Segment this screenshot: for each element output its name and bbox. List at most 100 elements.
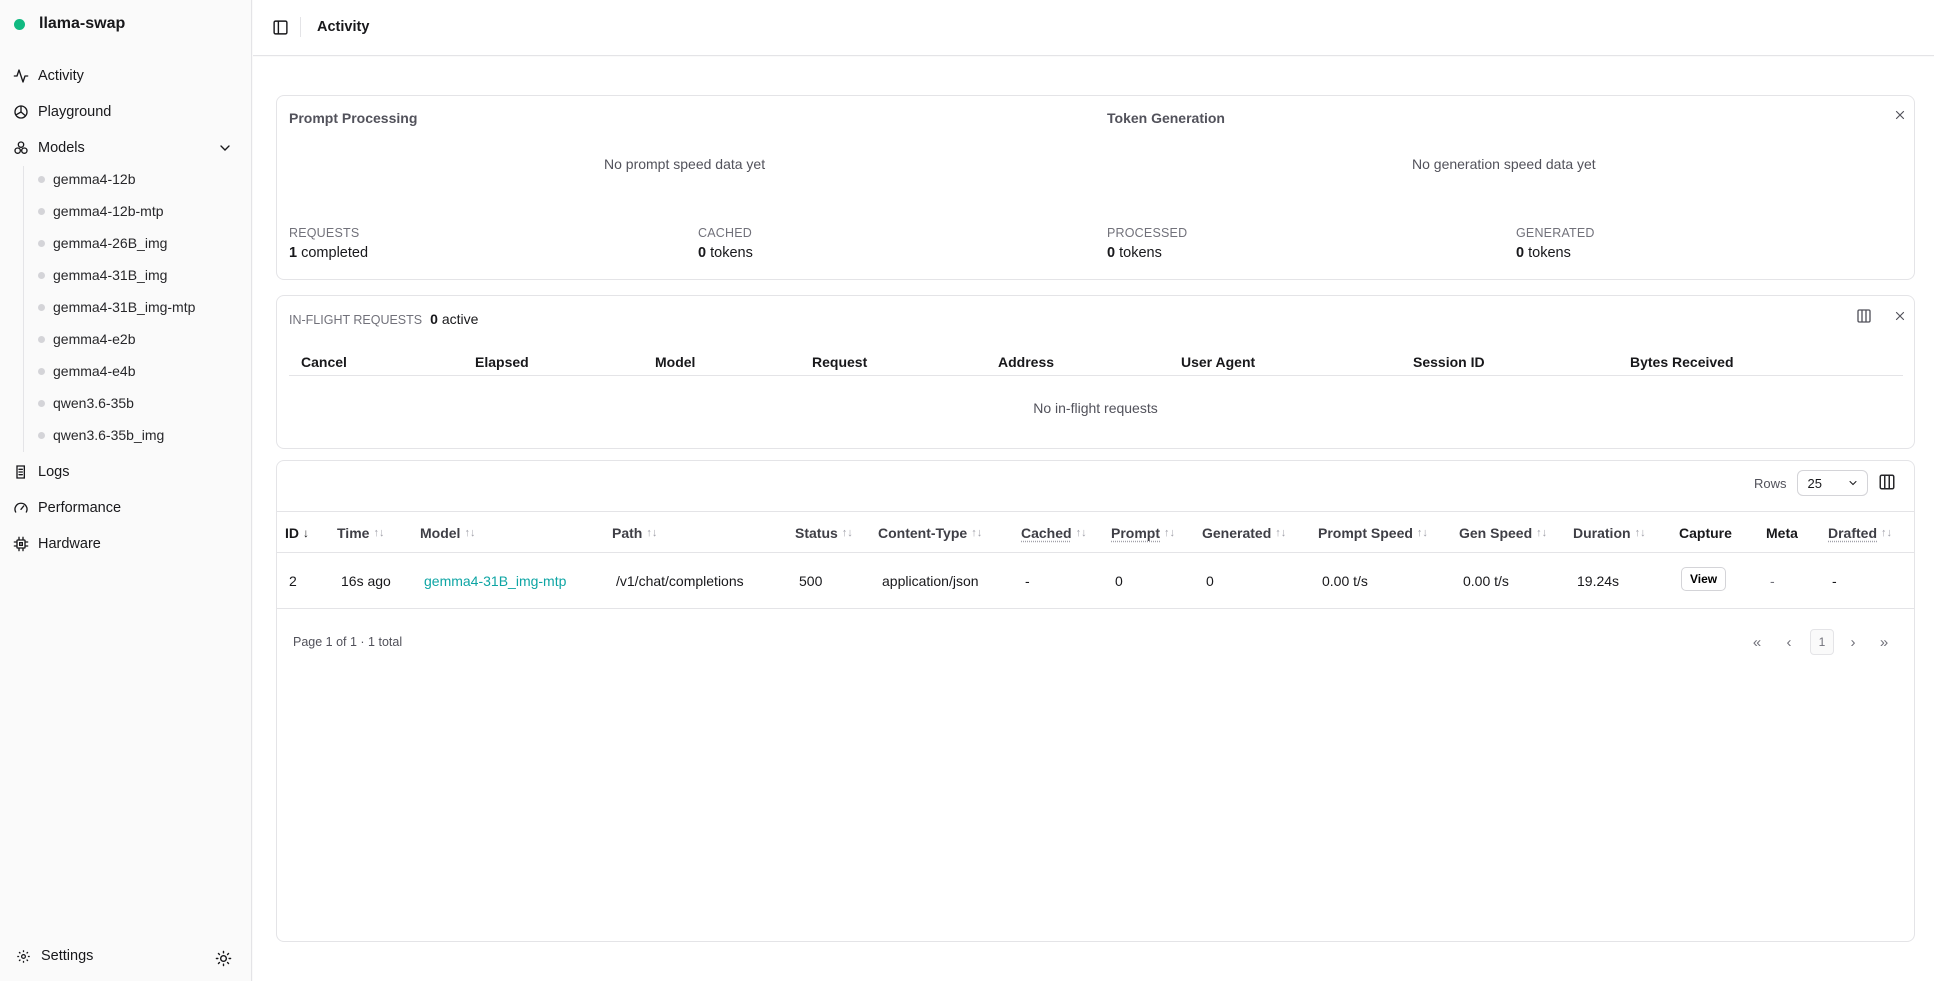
sort-icon: ↑↓ — [971, 527, 983, 539]
model-item[interactable]: gemma4-e2b — [38, 328, 136, 350]
column-header-cached[interactable]: Cached ↑↓ — [1021, 525, 1087, 541]
column-header: Model — [655, 354, 696, 370]
model-status-dot — [38, 239, 45, 247]
model-status-dot — [38, 175, 45, 183]
cell-gen-speed: 0.00 t/s — [1463, 573, 1509, 589]
model-status-dot — [38, 431, 45, 439]
column-header: Session ID — [1413, 354, 1485, 370]
column-header-prompt[interactable]: Prompt ↑↓ — [1111, 525, 1175, 541]
column-header-drafted[interactable]: Drafted ↑↓ — [1828, 525, 1892, 541]
model-name: gemma4-12b — [53, 171, 136, 187]
requests-table-card: Rows 25 ID ↓ Time ↑↓ Model ↑↓ Path ↑↓ Status… — [276, 460, 1915, 942]
model-name: gemma4-12b-mtp — [53, 203, 164, 219]
model-item[interactable]: gemma4-12b-mtp — [38, 200, 164, 222]
page-number-button[interactable]: 1 — [1810, 629, 1834, 655]
column-header-content-type[interactable]: Content-Type ↑↓ — [878, 525, 982, 541]
sidebar-item-playground[interactable]: Playground — [13, 99, 239, 125]
settings-button[interactable]: Settings — [16, 948, 93, 964]
model-item[interactable]: gemma4-e4b — [38, 360, 136, 382]
sidebar-item-models[interactable]: Models — [13, 135, 239, 161]
cell-duration: 19.24s — [1577, 573, 1620, 589]
settings-label: Settings — [41, 948, 94, 964]
column-label: Prompt — [1111, 525, 1160, 541]
column-label: Generated — [1202, 525, 1272, 541]
chevron-down-icon — [1849, 481, 1857, 486]
column-header-time[interactable]: Time ↑↓ — [337, 525, 384, 541]
rows-per-page-select[interactable]: 25 — [1796, 470, 1868, 496]
close-icon[interactable] — [1893, 309, 1907, 323]
sidebar-item-logs[interactable]: Logs — [13, 459, 239, 485]
column-label: Model — [420, 525, 461, 541]
column-header-model[interactable]: Model ↑↓ — [420, 525, 475, 541]
chevron-down-icon[interactable] — [217, 140, 233, 156]
table-row[interactable]: 2 16s ago gemma4-31B_img-mtp /v1/chat/co… — [277, 553, 1914, 609]
brand[interactable]: llama-swap — [14, 15, 125, 33]
sidebar-item-performance[interactable]: Performance — [13, 495, 239, 521]
sidebar-item-activity[interactable]: Activity — [13, 63, 239, 89]
model-item[interactable]: gemma4-12b — [38, 168, 136, 190]
sidebar-item-label: Activity — [38, 68, 84, 84]
prompt-processing-title: Prompt Processing — [289, 110, 418, 126]
cell-model-link[interactable]: gemma4-31B_img-mtp — [424, 573, 566, 589]
table-header: ID ↓ Time ↑↓ Model ↑↓ Path ↑↓ Status ↑↓ Conte… — [277, 511, 1914, 553]
last-page-button[interactable]: » — [1874, 629, 1894, 655]
model-name: gemma4-e2b — [53, 331, 136, 347]
sidebar-toggle-icon[interactable] — [272, 19, 289, 36]
logs-icon — [16, 465, 25, 479]
prev-page-button[interactable]: ‹ — [1779, 629, 1799, 655]
column-label: Content-Type — [878, 525, 968, 541]
column-header: User Agent — [1181, 354, 1256, 370]
column-label: Prompt Speed — [1318, 525, 1413, 541]
cell-time: 16s ago — [341, 573, 391, 589]
column-header-meta: Meta — [1766, 525, 1798, 541]
stats-card: Prompt Processing Token Generation No pr… — [276, 95, 1915, 280]
model-status-dot — [38, 207, 45, 215]
model-name: gemma4-e4b — [53, 363, 136, 379]
inflight-count-unit: active — [441, 311, 479, 327]
column-header-generated[interactable]: Generated ↑↓ — [1202, 525, 1286, 541]
column-header-capture: Capture — [1679, 525, 1732, 541]
column-header-path[interactable]: Path ↑↓ — [612, 525, 657, 541]
stat-value: 1 — [289, 245, 298, 261]
column-header-gen-speed[interactable]: Gen Speed ↑↓ — [1459, 525, 1547, 541]
model-name: qwen3.6-35b_img — [53, 427, 165, 443]
cell-prompt-speed: 0.00 t/s — [1322, 573, 1368, 589]
column-header: Request — [812, 354, 868, 370]
sidebar-item-label: Models — [38, 140, 85, 156]
stat-unit: tokens — [1528, 245, 1571, 261]
columns-icon[interactable] — [1856, 308, 1872, 324]
model-item[interactable]: qwen3.6-35b_img — [38, 424, 164, 446]
cell-cached: - — [1025, 573, 1030, 589]
cpu-icon — [13, 536, 29, 552]
sidebar-item-hardware[interactable]: Hardware — [13, 531, 239, 557]
stat-processed: PROCESSED 0 tokens — [1107, 226, 1187, 261]
sort-icon: ↑↓ — [1634, 527, 1646, 539]
sort-icon: ↑↓ — [1075, 527, 1087, 539]
page-title: Activity — [317, 19, 370, 35]
first-page-button[interactable]: « — [1747, 629, 1767, 655]
model-name: qwen3.6-35b — [53, 395, 134, 411]
column-label: ID — [285, 525, 299, 541]
next-page-button[interactable]: › — [1843, 629, 1863, 655]
activity-icon — [13, 69, 29, 83]
sun-icon[interactable] — [215, 950, 232, 967]
close-icon[interactable] — [1893, 108, 1907, 122]
model-item[interactable]: gemma4-26B_img — [38, 232, 167, 254]
column-header-id[interactable]: ID ↓ — [285, 525, 309, 541]
column-label: Path — [612, 525, 643, 541]
inflight-empty: No in-flight requests — [1033, 400, 1158, 416]
model-item[interactable]: gemma4-31B_img — [38, 264, 167, 286]
columns-icon[interactable] — [1878, 473, 1896, 491]
model-item[interactable]: qwen3.6-35b — [38, 392, 134, 414]
column-label: Drafted — [1828, 525, 1878, 541]
status-dot — [14, 18, 25, 30]
column-header-status[interactable]: Status ↑↓ — [795, 525, 853, 541]
header-divider — [300, 17, 301, 37]
column-header-prompt-speed[interactable]: Prompt Speed ↑↓ — [1318, 525, 1428, 541]
column-header-duration[interactable]: Duration ↑↓ — [1573, 525, 1646, 541]
cell-path: /v1/chat/completions — [616, 573, 744, 589]
sidebar-item-label: Playground — [38, 104, 112, 120]
view-capture-button[interactable]: View — [1681, 567, 1727, 591]
model-item[interactable]: gemma4-31B_img-mtp — [38, 296, 195, 318]
sort-icon: ↑↓ — [1275, 527, 1287, 539]
